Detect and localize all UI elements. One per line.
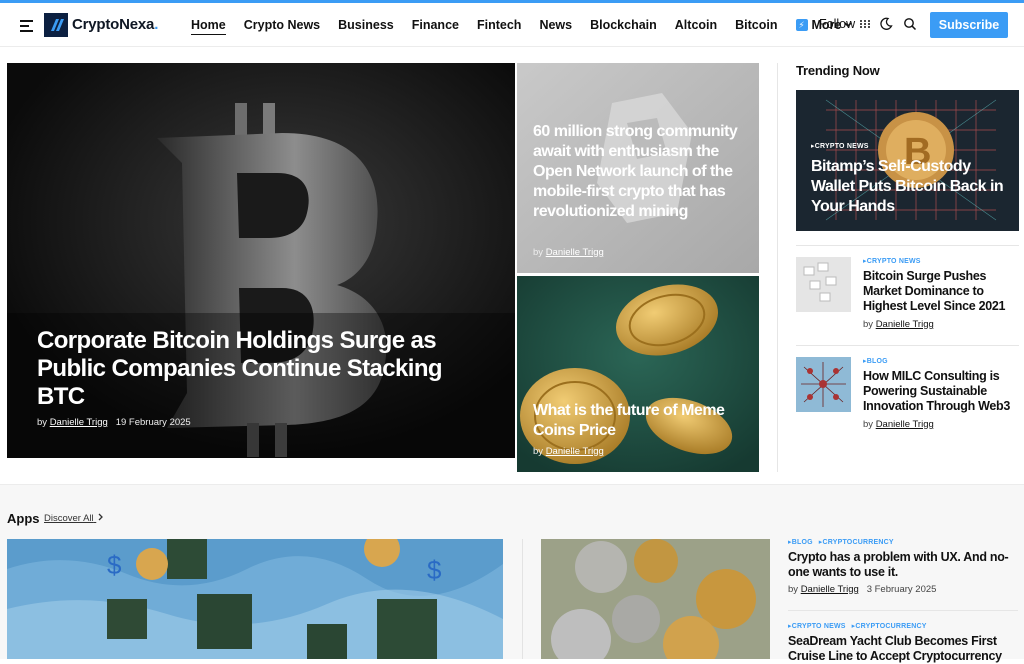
apps-feature-image: $ $ (7, 539, 503, 659)
search-icon[interactable] (903, 17, 917, 31)
apps-card-2[interactable] (541, 539, 770, 659)
nav-fintech[interactable]: Fintech (477, 18, 521, 32)
apps-item-title[interactable]: Crypto has a problem with UX. And no-one… (788, 550, 1024, 580)
featured-card-top[interactable]: 60 million strong community await with e… (517, 63, 759, 273)
menu-icon[interactable] (20, 20, 33, 32)
trending-item[interactable]: Crypto News Bitcoin Surge Pushes Market … (796, 257, 1020, 337)
logo-text: CryptoNexa. (72, 16, 159, 33)
apps-item-title[interactable]: SeaDream Yacht Club Becomes First Cruise… (788, 634, 1024, 664)
trending-feature-title[interactable]: Bitamp’s Self-Custody Wallet Puts Bitcoi… (811, 157, 1011, 217)
nav-finance[interactable]: Finance (412, 18, 459, 32)
bolt-icon: ⚡ (795, 19, 808, 31)
trending-item-author[interactable]: Danielle Trigg (876, 319, 934, 330)
hero-byline: by Danielle Trigg 19 February 2025 (37, 417, 191, 428)
card-top-title[interactable]: 60 million strong community await with e… (533, 122, 745, 222)
card-bottom-author-link[interactable]: Danielle Trigg (546, 446, 604, 457)
site-logo[interactable]: CryptoNexa. (44, 12, 158, 37)
discover-all-label: Discover All (44, 513, 94, 524)
apps-feature-card[interactable]: $ $ (7, 539, 503, 659)
hero-by: by (37, 417, 48, 428)
trending-thumb-image-2 (796, 357, 851, 412)
nav-blockchain[interactable]: Blockchain (590, 18, 657, 32)
card-top-author-link[interactable]: Danielle Trigg (546, 247, 604, 258)
trending-divider-1 (796, 245, 1019, 246)
follow-button[interactable]: Follow (819, 17, 871, 31)
apps-item-tag[interactable]: Crypto News (788, 622, 846, 630)
trending-item-author[interactable]: Danielle Trigg (876, 419, 934, 430)
card-bottom-coins-image (517, 276, 759, 472)
trending-divider-2 (796, 345, 1019, 346)
apps-divider-2 (788, 610, 1018, 611)
apps-list-item[interactable]: Blog Cryptocurrency Crypto has a problem… (788, 538, 1024, 595)
nav-news[interactable]: News (539, 18, 572, 32)
apps-item-byline: by Danielle Trigg 3 February 2025 (788, 584, 1024, 595)
apps-item-tag[interactable]: Cryptocurrency (819, 538, 894, 546)
card-bottom-byline: by Danielle Trigg (533, 446, 604, 457)
svg-text:$: $ (107, 550, 122, 580)
card-top-by: by (533, 247, 544, 258)
chevron-right-icon (98, 513, 104, 521)
apps-list-item[interactable]: Crypto News Cryptocurrency SeaDream Yach… (788, 622, 1024, 664)
column-divider (777, 63, 778, 472)
trending-item-title[interactable]: How MILC Consulting is Powering Sustaina… (863, 369, 1023, 414)
apps-heading: Apps (7, 511, 40, 526)
nav-bitcoin[interactable]: Bitcoin (735, 18, 777, 32)
trending-item-tag[interactable]: Crypto News (863, 257, 1023, 265)
moon-icon[interactable] (879, 17, 893, 31)
nav-business[interactable]: Business (338, 18, 394, 32)
follow-label: Follow (819, 17, 856, 31)
hero-author-link[interactable]: Danielle Trigg (50, 417, 108, 428)
nav-crypto-news[interactable]: Crypto News (244, 18, 320, 32)
trending-item[interactable]: Blog How MILC Consulting is Powering Sus… (796, 357, 1020, 437)
trending-item-byline: by Danielle Trigg (863, 419, 1023, 430)
trending-item-by: by (863, 319, 874, 330)
trending-item-title[interactable]: Bitcoin Surge Pushes Market Dominance to… (863, 269, 1023, 314)
apps-item-tag[interactable]: Cryptocurrency (852, 622, 927, 630)
trending-feature-tag[interactable]: Crypto News (811, 142, 869, 150)
trending-item-thumb-2[interactable] (796, 357, 851, 412)
hero-title[interactable]: Corporate Bitcoin Holdings Surge as Publ… (37, 327, 477, 411)
trending-feature-card[interactable]: B Crypto News Bitamp’s Self-Custody Wall… (796, 90, 1019, 231)
featured-card-bottom[interactable]: What is the future of Meme Coins Price b… (517, 276, 759, 472)
apps-item-by: by (788, 584, 799, 595)
apps-item-date: 3 February 2025 (866, 584, 937, 595)
card-top-byline: by Danielle Trigg (533, 247, 604, 258)
apps-item-author[interactable]: Danielle Trigg (801, 584, 859, 595)
trending-item-thumb-1[interactable] (796, 257, 851, 312)
trending-heading: Trending Now (796, 63, 880, 78)
follow-grid-icon (860, 20, 871, 28)
card-bottom-by: by (533, 446, 544, 457)
svg-text:$: $ (427, 555, 442, 585)
trending-item-by: by (863, 419, 874, 430)
trending-item-byline: by Danielle Trigg (863, 319, 1023, 330)
nav-altcoin[interactable]: Altcoin (675, 18, 717, 32)
site-header: CryptoNexa. Home Crypto News Business Fi… (0, 3, 1024, 47)
apps-card-2-image (541, 539, 770, 659)
subscribe-button[interactable]: Subscribe (930, 12, 1008, 38)
nav-home[interactable]: Home (191, 18, 226, 35)
hero-article-card[interactable]: Corporate Bitcoin Holdings Surge as Publ… (7, 63, 515, 458)
logo-mark-icon (44, 12, 68, 37)
trending-item-tag[interactable]: Blog (863, 357, 1023, 365)
trending-thumb-image-1 (796, 257, 851, 312)
apps-divider (522, 539, 523, 659)
discover-all-link[interactable]: Discover All (44, 513, 104, 524)
main-nav: Home Crypto News Business Finance Fintec… (182, 3, 853, 47)
card-bottom-title[interactable]: What is the future of Meme Coins Price (533, 401, 733, 441)
hero-date: 19 February 2025 (115, 417, 191, 428)
apps-item-tag[interactable]: Blog (788, 538, 813, 546)
